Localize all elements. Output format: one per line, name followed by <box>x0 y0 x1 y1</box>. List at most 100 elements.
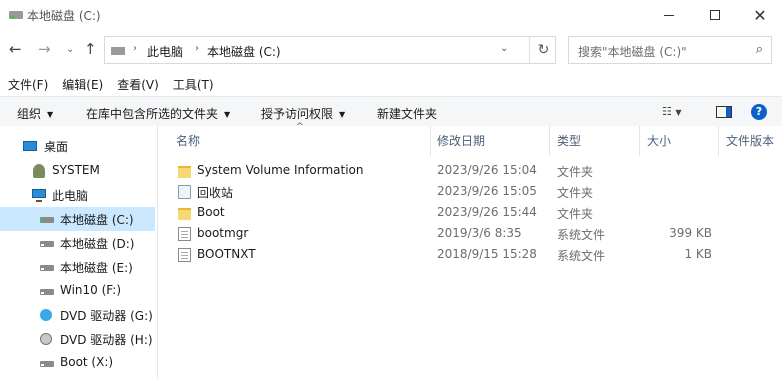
sidebar-item-this-pc[interactable]: 此电脑 <box>0 183 155 207</box>
dvd-drive-icon <box>40 333 52 345</box>
folder-icon <box>178 208 191 220</box>
folder-icon <box>178 166 191 178</box>
table-row[interactable]: 回收站 2023/9/26 15:05 文件夹 <box>160 182 782 203</box>
file-icon <box>178 227 191 241</box>
sidebar-item-dvd-h[interactable]: DVD 驱动器 (H:) <box>0 327 155 351</box>
refresh-button[interactable]: ↻ <box>529 37 557 63</box>
menu-tools[interactable]: 工具(T) <box>173 72 214 94</box>
computer-icon <box>32 189 46 202</box>
breadcrumb-local-disk-c[interactable]: 本地磁盘 (C:) <box>207 43 281 60</box>
file-icon <box>178 248 191 262</box>
table-row[interactable]: BOOTNXT 2018/9/15 15:28 系统文件 1 KB <box>160 245 782 266</box>
sidebar-item-label: 桌面 <box>44 140 69 154</box>
share-with-button[interactable]: 授予访问权限 ▼ <box>261 105 345 122</box>
maximize-button[interactable] <box>692 0 738 30</box>
file-size: 399 KB <box>669 226 712 240</box>
menu-file[interactable]: 文件(F) <box>8 72 48 94</box>
forward-button[interactable]: → <box>38 40 51 58</box>
menu-bar: 文件(F) 编辑(E) 查看(V) 工具(T) <box>0 72 782 94</box>
close-icon: ✕ <box>753 5 767 25</box>
command-bar: 组织 ▼ 在库中包含所选的文件夹 ▼ 授予访问权限 ▼ 新建文件夹 ☷ ▼ ? <box>0 96 782 126</box>
up-button[interactable]: ↑ <box>84 40 97 58</box>
caret-down-icon: ▼ <box>339 110 346 119</box>
file-type: 系统文件 <box>557 228 606 242</box>
chevron-down-icon[interactable]: ⌄ <box>500 43 508 54</box>
back-button[interactable]: ← <box>9 40 22 58</box>
table-row[interactable]: bootmgr 2019/3/6 8:35 系统文件 399 KB <box>160 224 782 245</box>
file-date: 2023/9/26 15:05 <box>437 184 537 198</box>
organize-button[interactable]: 组织 ▼ <box>17 105 53 122</box>
file-name: Boot <box>197 205 225 219</box>
sidebar-item-dvd-g[interactable]: DVD 驱动器 (G:) <box>0 303 155 327</box>
column-header-name[interactable]: 名称 <box>176 132 200 149</box>
address-bar[interactable]: › 此电脑 › 本地磁盘 (C:) ⌄ ↻ <box>104 36 556 64</box>
chevron-right-icon[interactable]: › <box>133 43 137 54</box>
sidebar-item-label: Boot (X:) <box>60 355 114 369</box>
window-title: 本地磁盘 (C:) <box>27 9 101 23</box>
file-type: 文件夹 <box>557 165 594 179</box>
drive-icon <box>40 361 54 367</box>
include-in-library-button[interactable]: 在库中包含所选的文件夹 ▼ <box>86 105 230 122</box>
minimize-button[interactable] <box>646 0 692 30</box>
file-date: 2023/9/26 15:04 <box>437 163 537 177</box>
chevron-right-icon[interactable]: › <box>195 43 199 54</box>
change-view-button[interactable]: ☷ ▼ <box>662 105 682 118</box>
navigation-bar: ← → ⌄ ↑ › 此电脑 › 本地磁盘 (C:) ⌄ ↻ 搜索"本地磁盘 (C… <box>0 30 782 70</box>
share-with-label: 授予访问权限 <box>261 107 334 121</box>
file-type: 系统文件 <box>557 249 606 263</box>
file-size: 1 KB <box>684 247 712 261</box>
file-type: 文件夹 <box>557 207 594 221</box>
preview-pane-icon[interactable] <box>716 106 732 118</box>
column-divider[interactable] <box>549 126 550 156</box>
sidebar-item-desktop[interactable]: 桌面 <box>0 134 155 158</box>
menu-view[interactable]: 查看(V) <box>117 72 159 94</box>
minimize-icon <box>664 14 674 16</box>
new-folder-button[interactable]: 新建文件夹 <box>377 105 437 122</box>
sidebar-item-system[interactable]: SYSTEM <box>0 159 155 183</box>
column-header-size[interactable]: 大小 <box>647 132 671 149</box>
close-button[interactable]: ✕ <box>737 0 782 30</box>
column-divider[interactable] <box>718 126 719 156</box>
file-date: 2019/3/6 8:35 <box>437 226 522 240</box>
sidebar-item-label: DVD 驱动器 (H:) <box>60 333 153 347</box>
sidebar-item-local-disk-d[interactable]: 本地磁盘 (D:) <box>0 231 155 255</box>
file-name: 回收站 <box>197 186 234 200</box>
recent-locations-button[interactable]: ⌄ <box>66 44 74 55</box>
file-name: BOOTNXT <box>197 247 256 261</box>
table-row[interactable]: System Volume Information 2023/9/26 15:0… <box>160 161 782 182</box>
search-input[interactable]: 搜索"本地磁盘 (C:)" <box>578 43 687 60</box>
file-date: 2023/9/26 15:44 <box>437 205 537 219</box>
help-icon[interactable]: ? <box>751 104 767 120</box>
column-header-type[interactable]: 类型 <box>557 132 581 149</box>
breadcrumb-this-pc[interactable]: 此电脑 <box>147 43 183 60</box>
sidebar-item-label: DVD 驱动器 (G:) <box>60 309 153 323</box>
system-drive-icon <box>40 217 54 223</box>
column-divider[interactable] <box>639 126 640 156</box>
sidebar-item-label: 本地磁盘 (D:) <box>60 237 135 251</box>
column-header-version[interactable]: 文件版本 <box>726 132 774 149</box>
details-view-icon: ☷ <box>662 105 672 118</box>
file-list: ^ 名称 修改日期 类型 大小 文件版本 System Volume Infor… <box>160 122 782 378</box>
caret-down-icon: ▼ <box>224 110 231 119</box>
column-divider[interactable] <box>430 126 431 156</box>
sidebar-item-win10-f[interactable]: Win10 (F:) <box>0 279 155 303</box>
recycle-bin-icon <box>178 185 191 199</box>
sidebar-item-label: 本地磁盘 (E:) <box>60 261 133 275</box>
refresh-icon: ↻ <box>537 42 550 58</box>
search-box[interactable]: 搜索"本地磁盘 (C:)" ⌕ <box>568 36 772 64</box>
sidebar-item-local-disk-e[interactable]: 本地磁盘 (E:) <box>0 255 155 279</box>
sidebar-item-label: SYSTEM <box>52 163 100 177</box>
sidebar-item-boot-x[interactable]: Boot (X:) <box>0 351 155 375</box>
search-icon[interactable]: ⌕ <box>756 42 763 57</box>
sidebar-item-label: 此电脑 <box>52 189 89 203</box>
caret-down-icon: ▼ <box>47 110 54 119</box>
drive-icon <box>111 47 125 55</box>
table-row[interactable]: Boot 2023/9/26 15:44 文件夹 <box>160 203 782 224</box>
drive-icon <box>9 11 23 19</box>
file-type: 文件夹 <box>557 186 594 200</box>
dvd-icon <box>40 309 52 321</box>
menu-edit[interactable]: 编辑(E) <box>62 72 103 94</box>
column-header-date[interactable]: 修改日期 <box>437 132 485 149</box>
sidebar-item-label: Win10 (F:) <box>60 283 122 297</box>
sidebar-item-local-disk-c[interactable]: 本地磁盘 (C:) <box>0 207 155 231</box>
